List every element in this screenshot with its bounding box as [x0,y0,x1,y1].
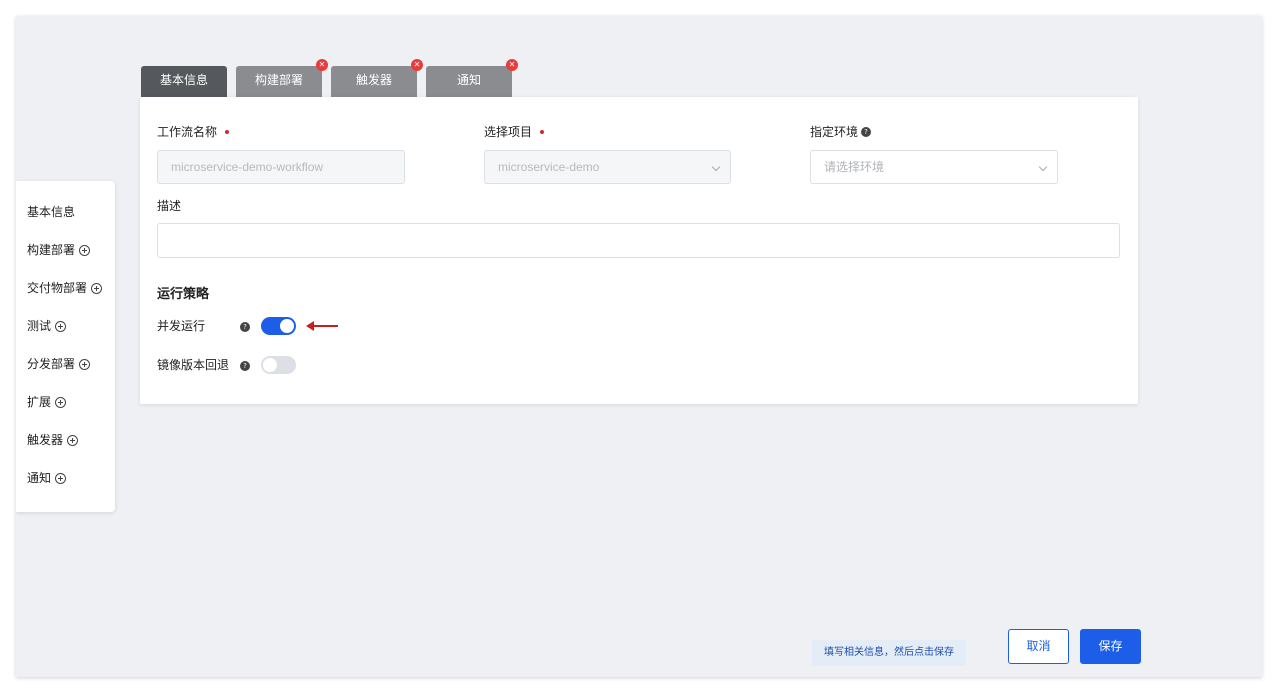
tab-label: 基本信息 [159,73,208,87]
sidebar-item-label: 通知 [27,471,52,485]
sidebar-item-label: 测试 [27,319,52,333]
tab-notification[interactable]: 通知 ✕ [426,59,518,97]
image-rollback-toggle[interactable] [261,356,296,374]
sidebar-item-basic-info[interactable]: 基本信息 [16,201,115,239]
sidebar-item-label: 基本信息 [27,205,76,219]
tab-label: 通知 [456,73,481,87]
sidebar-item-test[interactable]: 测试 [16,315,115,353]
close-icon[interactable]: ✕ [316,59,328,71]
strategy-title: 运行策略 [157,287,210,302]
question-circle-icon[interactable]: ? [861,126,872,137]
sidebar-item-label: 扩展 [27,395,52,409]
plus-circle-icon[interactable] [91,283,103,294]
sidebar-item-build-deploy[interactable]: 构建部署 [16,239,115,277]
tab-basic-info[interactable]: 基本信息 [141,66,227,97]
project-select[interactable]: microservice-demo [484,150,731,184]
sidebar-item-trigger[interactable]: 触发器 [16,429,115,467]
plus-circle-icon[interactable] [55,321,67,332]
chevron-down-icon [711,162,721,172]
tab-label: 构建部署 [254,73,303,87]
workflow-name-input[interactable]: microservice-demo-workflow [157,150,405,184]
description-input[interactable] [157,223,1120,258]
concurrent-toggle[interactable] [261,317,296,335]
plus-circle-icon[interactable] [55,473,67,484]
sidebar-item-label: 交付物部署 [27,281,88,295]
required-dot [225,129,230,134]
sidebar: 基本信息 构建部署 交付物部署 测试 分发部署 扩展 触发器 通知 [16,181,115,512]
tab-trigger[interactable]: 触发器 ✕ [331,59,423,97]
arrow-left-icon [306,321,338,331]
sidebar-item-label: 分发部署 [27,357,76,371]
save-button[interactable]: 保存 [1080,629,1141,664]
basic-info-panel: 工作流名称 microservice-demo-workflow 选择项目 mi… [140,97,1138,404]
concurrent-label: 并发运行 [157,319,206,333]
description-label: 描述 [157,199,182,213]
plus-circle-icon[interactable] [67,435,79,446]
question-circle-icon[interactable]: ? [240,361,250,371]
tab-build-deploy[interactable]: 构建部署 ✕ [236,59,328,97]
close-icon[interactable]: ✕ [506,59,518,71]
cancel-button[interactable]: 取消 [1008,629,1069,664]
tab-label: 触发器 [355,73,392,87]
question-circle-icon[interactable]: ? [240,322,250,332]
sidebar-item-artifact-deploy[interactable]: 交付物部署 [16,277,115,315]
required-dot [540,129,545,134]
chevron-down-icon [1038,162,1048,172]
workflow-name-label: 工作流名称 [157,123,230,140]
environment-label: 指定环境? [810,123,872,140]
sidebar-item-label: 触发器 [27,433,64,447]
plus-circle-icon[interactable] [79,245,91,256]
close-icon[interactable]: ✕ [411,59,423,71]
toggle-knob [280,319,294,333]
sidebar-item-notification[interactable]: 通知 [16,467,115,505]
toggle-knob [263,358,277,372]
app-window: 基本信息 构建部署 交付物部署 测试 分发部署 扩展 触发器 通知 基本信息 构… [16,16,1262,677]
plus-circle-icon[interactable] [55,397,67,408]
plus-circle-icon[interactable] [79,359,91,370]
image-rollback-label: 镜像版本回退 [157,358,230,372]
save-hint: 填写相关信息，然后点击保存 [812,640,966,666]
sidebar-item-extension[interactable]: 扩展 [16,391,115,429]
project-label: 选择项目 [484,123,545,140]
sidebar-item-distribute-deploy[interactable]: 分发部署 [16,353,115,391]
environment-select[interactable]: 请选择环境 [810,150,1058,184]
sidebar-item-label: 构建部署 [27,243,76,257]
